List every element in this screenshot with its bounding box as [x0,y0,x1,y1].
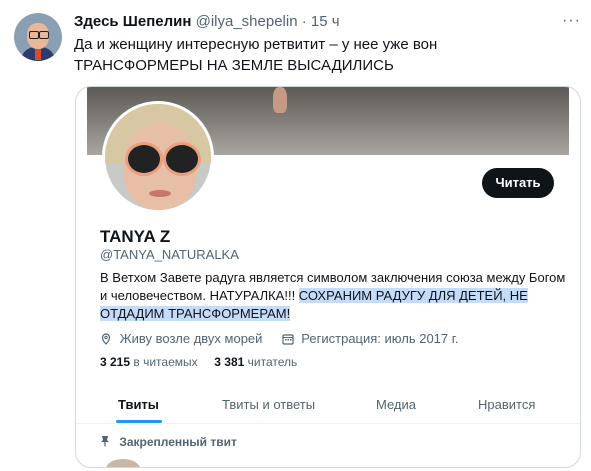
author-handle[interactable]: @ilya_shepelin [196,13,298,30]
following-count: 3 215 [100,355,131,369]
more-icon[interactable]: ··· [562,12,581,30]
tab-likes[interactable]: Нравится [478,397,535,412]
location-icon [100,332,112,345]
author-name[interactable]: Здесь Шепелин [74,13,191,30]
profile-card[interactable]: Читать TANYA Z @TANYA_NATURALKA В Ветхом… [75,86,581,468]
profile-bio: В Ветхом Завете радуга является символом… [100,269,570,323]
tab-tweets[interactable]: Твиты [118,397,159,412]
profile-joined: Регистрация: июль 2017 г. [301,331,459,347]
following-label: в читаемых [133,355,198,369]
profile-counts: 3 215 в читаемых 3 381 читатель [100,355,297,369]
tweet-text: Да и женщину интересную ретвитит – у нее… [74,36,438,74]
tweet-time[interactable]: 15 ч [311,13,340,30]
profile-avatar[interactable] [102,101,214,213]
profile-location: Живу возле двух морей [119,331,263,347]
tweet-header: Здесь Шепелин @ilya_shepelin · 15 ч [74,13,340,30]
pinned-text: Закрепленный твит [119,435,237,449]
pin-icon [100,435,110,450]
followers-link[interactable]: 3 381 читатель [214,355,297,369]
follow-button[interactable]: Читать [482,168,554,198]
profile-handle: @TANYA_NATURALKA [100,247,239,262]
tab-media[interactable]: Медиа [376,397,416,412]
dot-separator: · [301,13,311,30]
profile-meta: Живу возле двух морей Регистрация: июль … [100,330,459,346]
calendar-icon [282,333,294,345]
followers-label: читатель [247,355,298,369]
following-link[interactable]: 3 215 в читаемых [100,355,198,369]
active-tab-indicator [116,420,162,423]
tab-tweets-and-replies[interactable]: Твиты и ответы [222,397,315,412]
pinned-tweet-avatar[interactable] [106,459,140,467]
profile-name: TANYA Z [100,227,171,246]
followers-count: 3 381 [214,355,245,369]
pinned-tweet-label: Закрепленный твит [100,435,237,450]
author-avatar[interactable] [14,13,62,61]
profile-tabs: Твиты Твиты и ответы Медиа Нравится [76,387,580,424]
